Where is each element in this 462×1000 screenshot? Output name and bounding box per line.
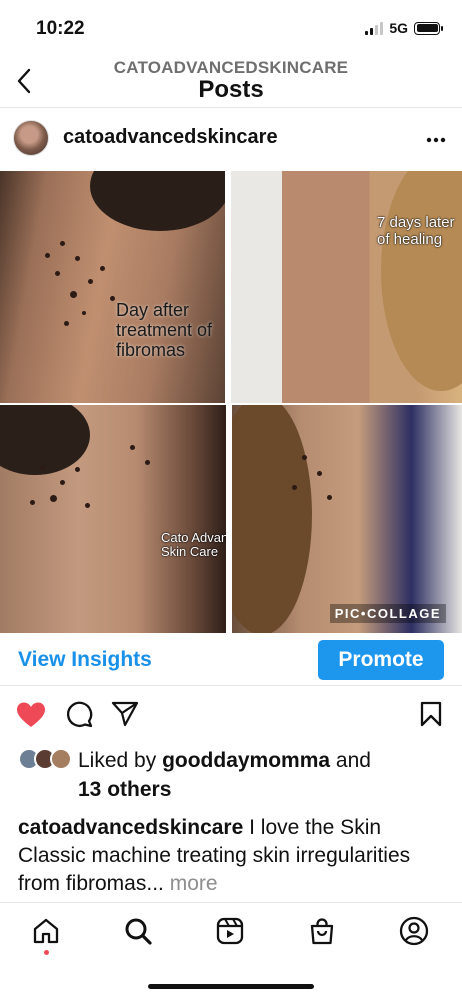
- likes-summary[interactable]: Liked by gooddaymomma and 13 others: [0, 746, 462, 804]
- nav-header: CATOADVANCEDSKINCARE Posts: [0, 56, 462, 108]
- comment-icon: [67, 701, 93, 728]
- search-icon: [125, 918, 152, 945]
- account-name: CATOADVANCEDSKINCARE: [113, 58, 349, 77]
- more-options-button[interactable]: [426, 126, 446, 149]
- share-button[interactable]: [110, 699, 140, 729]
- home-icon: [33, 918, 59, 944]
- profile-icon: [399, 916, 429, 946]
- overlay-text-brand: Cato Advanced Skin Care: [161, 530, 226, 560]
- tab-profile[interactable]: [398, 915, 430, 947]
- liker-username[interactable]: gooddaymomma: [162, 749, 330, 772]
- caption-username[interactable]: catoadvancedskincare: [18, 816, 243, 839]
- tab-shop[interactable]: [306, 915, 338, 947]
- insights-bar: View Insights Promote: [0, 640, 462, 686]
- save-button[interactable]: [416, 699, 446, 729]
- post-username[interactable]: catoadvancedskincare: [63, 126, 278, 149]
- status-time: 10:22: [36, 18, 85, 39]
- reels-icon: [216, 917, 244, 945]
- network-label: 5G: [389, 20, 408, 36]
- overlay-text-seven-days: 7 days later of healing: [377, 214, 455, 248]
- heart-filled-icon: [17, 702, 45, 727]
- notification-dot: [44, 950, 49, 955]
- battery-icon: [414, 21, 443, 35]
- tab-search[interactable]: [122, 915, 154, 947]
- signal-icon: [365, 21, 384, 35]
- view-insights-link[interactable]: View Insights: [18, 648, 152, 672]
- post-actions: [0, 699, 462, 731]
- likes-prefix: Liked by: [78, 749, 163, 772]
- shop-icon: [310, 918, 334, 945]
- liker-avatar: [50, 748, 72, 770]
- photo-panel-before-angle: Cato Advanced Skin Care: [0, 405, 226, 633]
- post-image[interactable]: Day after treatment of fibromas 7 days l…: [0, 171, 462, 633]
- status-indicators: 5G: [365, 20, 443, 36]
- photo-panel-before-profile: Day after treatment of fibromas: [0, 171, 225, 403]
- photo-panel-after-angle: PIC•COLLAGE: [232, 405, 462, 633]
- comment-button[interactable]: [64, 699, 94, 729]
- likes-joiner: and: [330, 749, 371, 772]
- likes-others[interactable]: 13 others: [78, 778, 171, 801]
- home-indicator[interactable]: [148, 984, 314, 989]
- status-bar: 10:22 5G: [0, 0, 462, 56]
- tab-reels[interactable]: [214, 915, 246, 947]
- bookmark-icon: [420, 701, 442, 727]
- photo-panel-healed-profile: 7 days later of healing: [231, 171, 462, 403]
- likes-text: Liked by gooddaymomma and 13 others: [78, 746, 448, 804]
- post-caption: catoadvancedskincare I love the Skin Cla…: [18, 814, 448, 898]
- tab-home[interactable]: [30, 915, 62, 947]
- post-header: catoadvancedskincare: [0, 116, 462, 164]
- promote-button[interactable]: Promote: [318, 640, 444, 680]
- caption-more-link[interactable]: more: [164, 872, 218, 895]
- like-button[interactable]: [16, 699, 46, 729]
- liker-avatars: [18, 748, 72, 770]
- page-title: Posts: [198, 76, 264, 103]
- watermark: PIC•COLLAGE: [329, 604, 446, 623]
- send-icon: [111, 701, 139, 727]
- avatar[interactable]: [13, 120, 49, 156]
- overlay-text-day-after: Day after treatment of fibromas: [116, 300, 213, 360]
- more-horizontal-icon: [426, 137, 446, 143]
